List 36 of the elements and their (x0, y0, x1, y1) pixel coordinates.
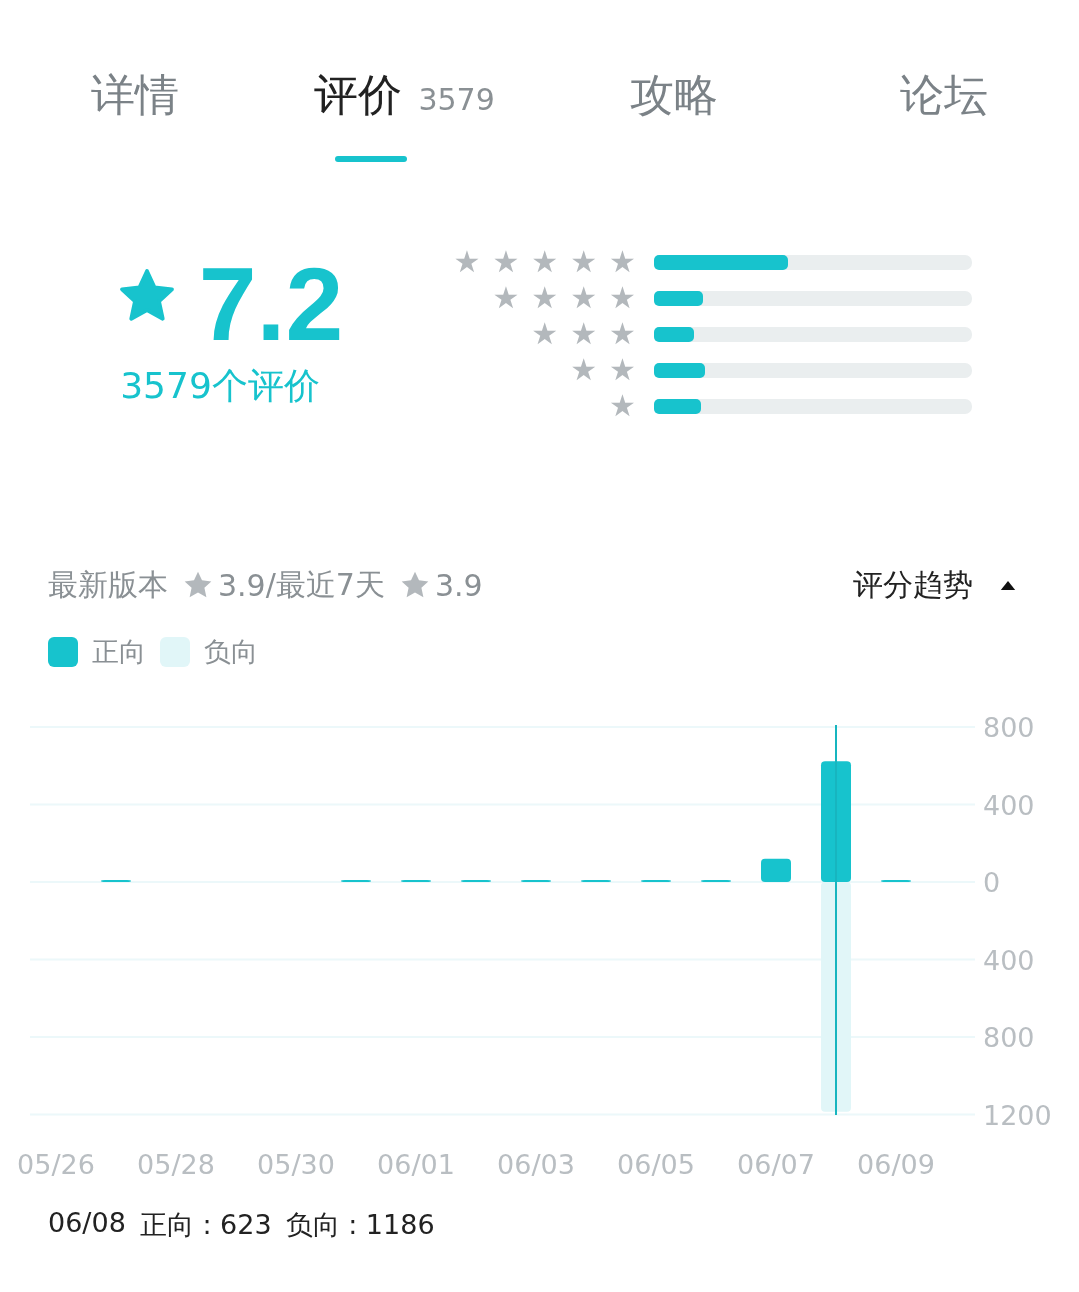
x-axis-label: 06/07 (737, 1149, 815, 1180)
y-axis-label: 1200 (983, 1099, 1052, 1131)
star-rating-label: ★★★★★ (453, 250, 648, 274)
legend-label: 负向 (204, 635, 258, 669)
x-axis-label: 06/09 (857, 1149, 935, 1180)
trend-toggle[interactable]: 评分趋势 (853, 564, 1017, 606)
x-axis-label: 06/01 (377, 1149, 455, 1180)
chart-bar (761, 858, 791, 882)
rating-count: 3579个评价 (120, 364, 320, 408)
tooltip-date: 06/08 (48, 1207, 126, 1240)
tab[interactable]: 评价 3579 (269, 66, 540, 162)
recent-score: 3.9 (434, 567, 483, 603)
x-axis-label: 05/30 (257, 1149, 335, 1180)
y-axis-label: 800 (983, 712, 1035, 743)
x-axis-label: 06/05 (617, 1149, 695, 1180)
tab[interactable]: 攻略 (539, 66, 810, 162)
tooltip-negative: 负向 : 1186 (285, 1208, 435, 1242)
y-axis-label: 0 (983, 867, 1001, 898)
version-score: 3.9 (218, 567, 266, 603)
tab[interactable]: 论坛 (809, 66, 1079, 162)
x-axis-label: 05/26 (17, 1149, 95, 1180)
version-label: 最新版本 (48, 565, 168, 604)
star-rating-label: ★ (609, 394, 648, 418)
rating-score: 7.2 (198, 252, 344, 356)
legend-label: 正向 (92, 635, 146, 669)
y-axis-label: 400 (983, 789, 1035, 821)
star-rating-label: ★★★★ (492, 286, 648, 310)
tab[interactable]: 详情 (0, 66, 270, 162)
tooltip-positive: 正向 : 623 (139, 1208, 272, 1242)
x-axis-label: 06/03 (497, 1149, 575, 1180)
recent-label: /最近7天 (265, 565, 385, 604)
star-rating-label: ★★ (570, 358, 648, 382)
star-rating-label: ★★★ (531, 322, 648, 346)
y-axis-label: 400 (983, 944, 1035, 976)
x-axis-label: 05/28 (137, 1149, 215, 1180)
y-axis-label: 800 (983, 1022, 1035, 1053)
